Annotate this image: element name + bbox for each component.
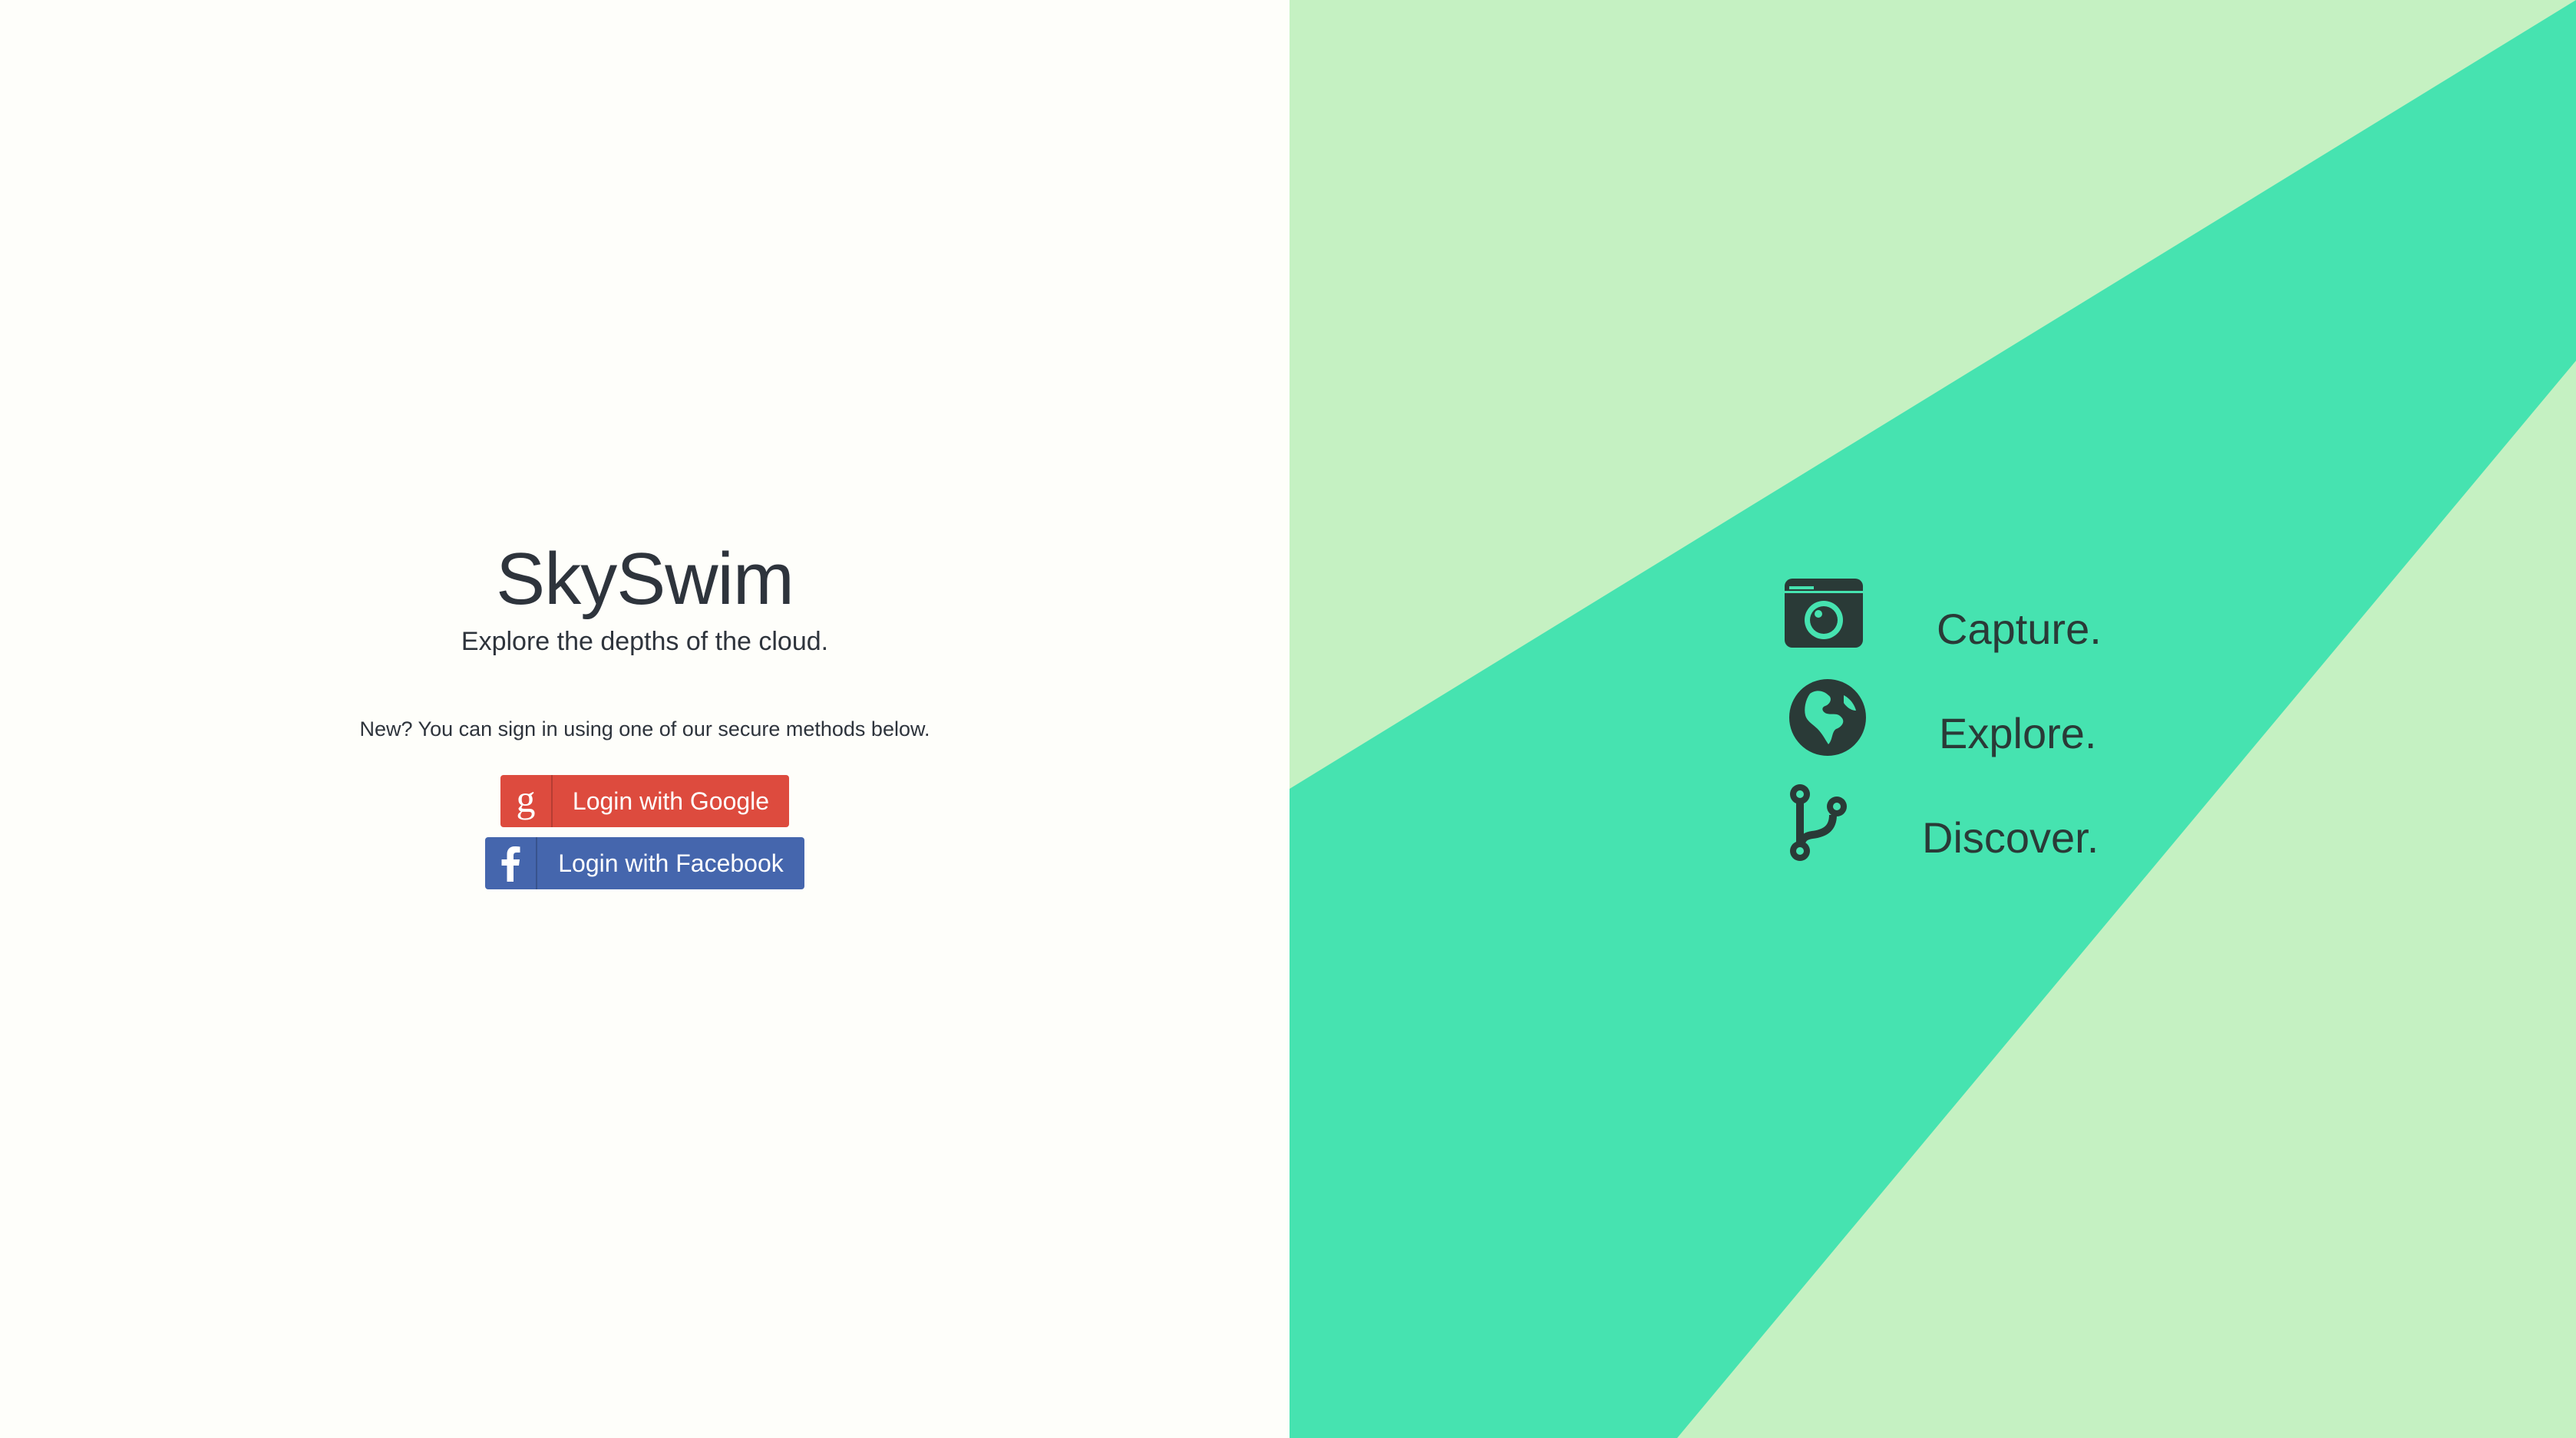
facebook-button-label: Login with Facebook (558, 849, 784, 877)
app-title: SkySwim (496, 538, 794, 620)
login-with-facebook-button[interactable]: Login with Facebook (485, 837, 804, 889)
app-tagline: Explore the depths of the cloud. (461, 627, 829, 656)
globe-icon (1789, 679, 1866, 756)
signin-note: New? You can sign in using one of our se… (359, 717, 930, 740)
feature-panel: Capture. Explore. Discover. (1290, 0, 2576, 1438)
google-g-icon: g (500, 775, 553, 827)
branch-icon (1790, 784, 1847, 861)
feature-explore-label: Explore. (1939, 709, 2097, 757)
camera-icon (1785, 579, 1863, 648)
facebook-f-icon (485, 837, 537, 889)
login-panel: SkySwim Explore the depths of the cloud.… (0, 0, 1290, 1438)
login-with-google-button[interactable]: g Login with Google (500, 775, 789, 827)
feature-capture-label: Capture. (1937, 605, 2102, 653)
google-button-label: Login with Google (572, 787, 770, 815)
svg-text:g: g (517, 781, 536, 820)
diagonal-band-background (1290, 0, 2576, 1438)
login-page: SkySwim Explore the depths of the cloud.… (0, 0, 2576, 1438)
feature-discover-label: Discover. (1922, 813, 2099, 862)
